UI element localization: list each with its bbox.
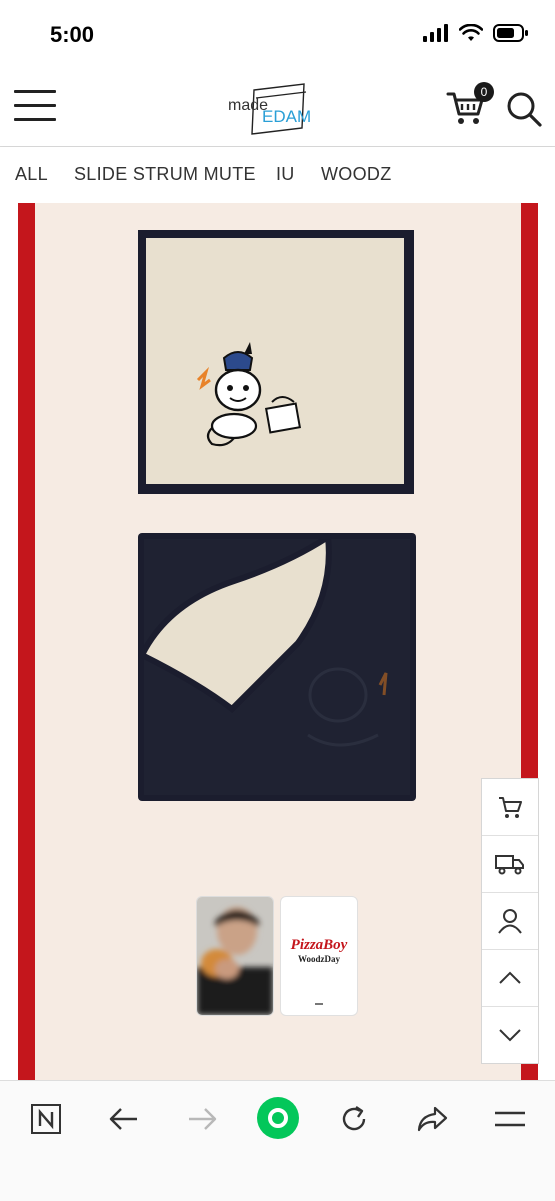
towel-front-image: [138, 230, 414, 494]
battery-icon: [493, 24, 528, 42]
share-button[interactable]: [412, 1099, 452, 1139]
side-delivery-button[interactable]: [482, 836, 538, 893]
pizza-boy-title: PizzaBoy: [290, 937, 348, 953]
cart-button[interactable]: 0: [446, 82, 494, 128]
green-dot-button[interactable]: [256, 1096, 300, 1140]
status-time: 5:00: [50, 22, 95, 47]
browser-bottom-bar: [0, 1080, 555, 1201]
menu-icon: [495, 1111, 525, 1127]
wifi-icon: [459, 24, 483, 41]
red-border-left: [18, 203, 35, 1080]
side-mypage-button[interactable]: [482, 893, 538, 950]
refresh-button[interactable]: [334, 1099, 374, 1139]
product-content: PizzaBoy WoodzDay: [0, 203, 555, 1080]
share-icon: [417, 1106, 448, 1132]
photocard-thumbnail[interactable]: [196, 896, 274, 1016]
product-detail-image: PizzaBoy WoodzDay: [18, 203, 538, 1080]
logo-edam-text: EDAM: [262, 107, 311, 126]
category-iu[interactable]: IU: [276, 164, 295, 185]
chevron-up-icon: [499, 971, 521, 984]
category-all[interactable]: ALL: [15, 164, 48, 185]
side-cart-button[interactable]: [482, 779, 538, 836]
status-icons: [423, 24, 529, 42]
site-header: made EDAM 0: [0, 70, 555, 147]
scroll-down-button[interactable]: [482, 1007, 538, 1063]
chevron-down-icon: [499, 1029, 521, 1042]
pizza-boy-subtitle: WoodzDay: [297, 954, 340, 964]
search-button[interactable]: [505, 90, 543, 128]
forward-button[interactable]: [182, 1099, 222, 1139]
green-home-dot-icon: [257, 1097, 299, 1139]
back-arrow-icon: [109, 1108, 137, 1130]
scroll-up-button[interactable]: [482, 950, 538, 1007]
hamburger-menu-icon[interactable]: [14, 90, 56, 124]
madeedam-logo[interactable]: made EDAM: [226, 80, 330, 136]
category-nav: ALL SLIDE STRUM MUTE IU WOODZ: [0, 147, 555, 204]
search-icon: [507, 92, 542, 127]
cart-icon: [499, 797, 522, 818]
towel-back-image: [138, 533, 416, 801]
naver-home-button[interactable]: [26, 1099, 66, 1139]
back-button[interactable]: [104, 1099, 144, 1139]
naver-n-icon: [31, 1104, 61, 1134]
delivery-truck-icon: [495, 855, 524, 875]
browser-menu-button[interactable]: [490, 1099, 530, 1139]
category-woodz[interactable]: WOODZ: [321, 164, 392, 185]
category-slide-strum-mute[interactable]: SLIDE STRUM MUTE: [74, 164, 256, 185]
status-bar: 5:00: [0, 0, 555, 70]
forward-arrow-icon: [189, 1108, 217, 1130]
cellular-signal-icon: [423, 24, 448, 42]
card-footer-mark: [315, 1003, 323, 1005]
floating-side-toolbar: [481, 778, 539, 1064]
refresh-icon: [342, 1106, 366, 1131]
pizza-boy-card-thumbnail[interactable]: PizzaBoy WoodzDay: [280, 896, 358, 1016]
user-icon: [498, 909, 522, 934]
cart-count-badge: 0: [474, 82, 494, 102]
